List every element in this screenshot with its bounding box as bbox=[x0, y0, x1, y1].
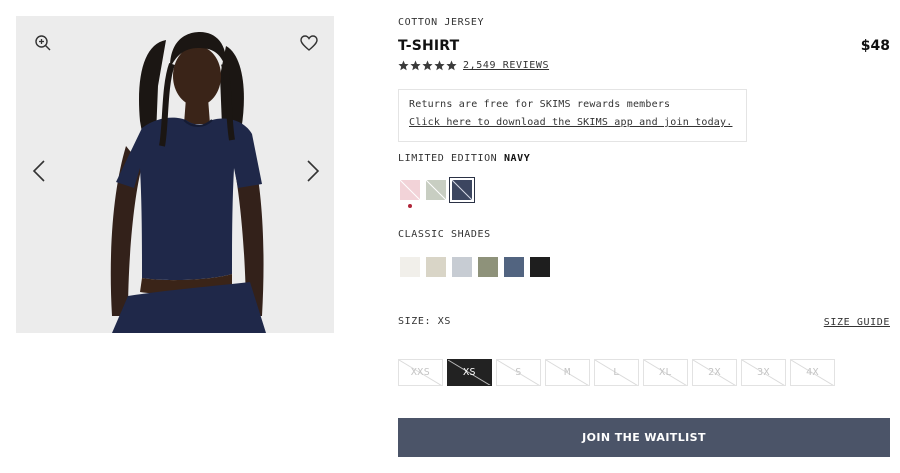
size-option-m[interactable]: M bbox=[545, 359, 590, 386]
size-option-2x[interactable]: 2X bbox=[692, 359, 737, 386]
star-icon bbox=[446, 60, 457, 71]
selected-color-name: NAVY bbox=[503, 153, 531, 164]
limited-edition-label: LIMITED EDITION NAVY bbox=[398, 153, 531, 164]
new-color-dot bbox=[408, 204, 412, 208]
size-option-label: XL bbox=[659, 367, 672, 378]
classic-shades-label: CLASSIC SHADES bbox=[398, 229, 491, 240]
size-option-label: XS bbox=[463, 367, 476, 378]
product-price: $48 bbox=[860, 38, 890, 54]
product-details: COTTON JERSEY T-SHIRT $48 2,549 REVIEWS … bbox=[398, 0, 890, 473]
download-app-link[interactable]: Click here to download the SKIMS app and… bbox=[409, 117, 732, 128]
star-icon bbox=[398, 60, 409, 71]
join-waitlist-button[interactable]: JOIN THE WAITLIST bbox=[398, 418, 890, 457]
size-option-label: 2X bbox=[708, 367, 721, 378]
size-option-s[interactable]: S bbox=[496, 359, 541, 386]
product-image[interactable] bbox=[16, 16, 334, 333]
size-option-l[interactable]: L bbox=[594, 359, 639, 386]
size-option-label: L bbox=[613, 367, 620, 378]
promo-text: Returns are free for SKIMS rewards membe… bbox=[409, 99, 671, 110]
size-option-label: S bbox=[515, 367, 522, 378]
size-label: SIZE: XS bbox=[398, 316, 451, 327]
chevron-left-icon[interactable] bbox=[28, 156, 50, 186]
limited-edition-swatches bbox=[400, 177, 475, 208]
swatch-stone[interactable] bbox=[426, 257, 446, 277]
size-option-label: XXS bbox=[410, 367, 431, 378]
size-option-3x[interactable]: 3X bbox=[741, 359, 786, 386]
swatch-navy[interactable] bbox=[449, 177, 475, 203]
swatch-olive[interactable] bbox=[478, 257, 498, 277]
model-photo bbox=[16, 16, 334, 333]
star-rating bbox=[398, 60, 457, 71]
size-option-4x[interactable]: 4X bbox=[790, 359, 835, 386]
size-guide-link[interactable]: SIZE GUIDE bbox=[824, 317, 890, 328]
rating-row: 2,549 REVIEWS bbox=[398, 60, 549, 71]
size-option-xxs[interactable]: XXS bbox=[398, 359, 443, 386]
zoom-in-icon[interactable] bbox=[32, 32, 54, 54]
swatch-onyx[interactable] bbox=[530, 257, 550, 277]
size-option-label: 3X bbox=[757, 367, 770, 378]
swatch-marble[interactable] bbox=[400, 257, 420, 277]
swatch-light-gray-blue[interactable] bbox=[452, 257, 472, 277]
reviews-link[interactable]: 2,549 REVIEWS bbox=[463, 60, 549, 71]
size-option-xs[interactable]: XS bbox=[447, 359, 492, 386]
size-options: XXS XS S M L XL 2X 3X 4X bbox=[398, 359, 835, 386]
size-option-xl[interactable]: XL bbox=[643, 359, 688, 386]
classic-shades-swatches bbox=[400, 257, 550, 277]
heart-icon[interactable] bbox=[298, 32, 320, 54]
chevron-right-icon[interactable] bbox=[302, 156, 324, 186]
star-icon bbox=[422, 60, 433, 71]
size-option-label: 4X bbox=[806, 367, 819, 378]
swatch-slate-blue[interactable] bbox=[504, 257, 524, 277]
star-icon bbox=[434, 60, 445, 71]
size-option-label: M bbox=[564, 367, 571, 378]
product-title: T-SHIRT bbox=[398, 38, 460, 54]
star-icon bbox=[410, 60, 421, 71]
product-category: COTTON JERSEY bbox=[398, 17, 485, 28]
swatch-pink[interactable] bbox=[400, 180, 420, 208]
swatch-sage[interactable] bbox=[426, 180, 446, 200]
rewards-promo: Returns are free for SKIMS rewards membe… bbox=[398, 89, 747, 142]
